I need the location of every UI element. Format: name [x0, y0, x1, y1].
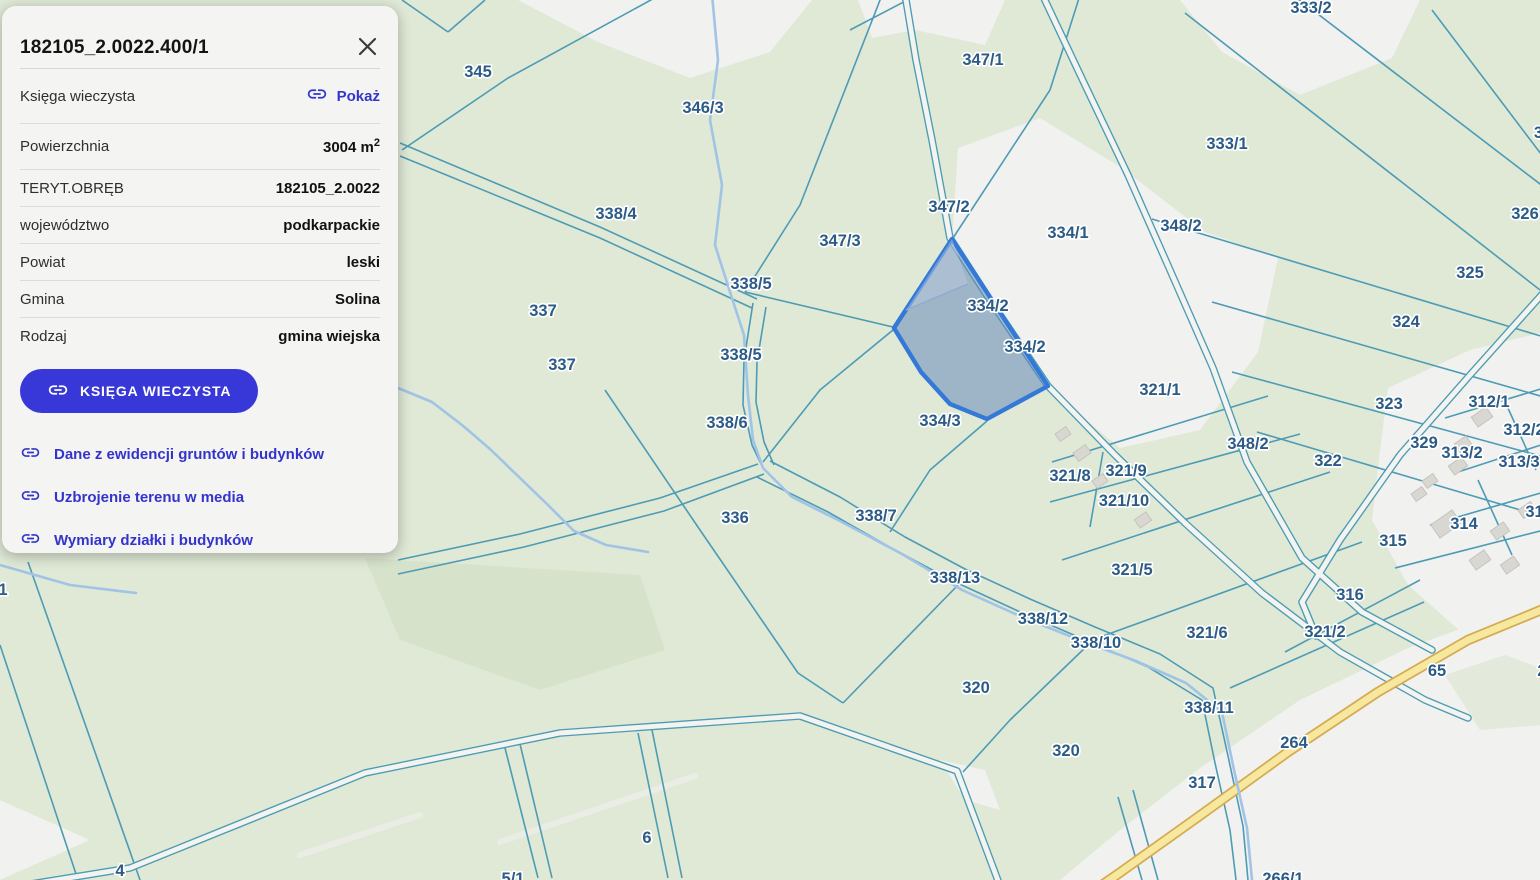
- parcel-label: 321/10: [1099, 492, 1149, 510]
- link-label: Uzbrojenie terenu w media: [54, 489, 244, 506]
- parcel-label: 321/5: [1111, 561, 1152, 579]
- parcel-info-panel: 182105_2.0022.400/1 Księga wieczysta: [2, 6, 398, 553]
- link-icon: [47, 379, 69, 404]
- link-label: Wymiary działki i budynków: [54, 532, 253, 549]
- link-icon: [20, 528, 41, 553]
- ksiega-wieczysta-button[interactable]: KSIĘGA WIECZYSTA: [20, 369, 258, 413]
- parcel-label: 321/1: [1139, 381, 1180, 399]
- row-label: TERYT.OBRĘB: [20, 180, 124, 197]
- parcel-label: 322: [1314, 452, 1342, 470]
- parcel-label: 348/2: [1227, 435, 1268, 453]
- parcel-label: 315: [1379, 532, 1407, 550]
- parcel-label: 266/1: [1262, 870, 1303, 880]
- row-label: Powierzchnia: [20, 138, 109, 155]
- link-wymiary[interactable]: Wymiary działki i budynków: [20, 519, 380, 562]
- parcel-label: 338/7: [855, 507, 896, 525]
- parcel-label: 345: [464, 63, 492, 81]
- parcel-label: 338/12: [1018, 610, 1068, 628]
- row-value: podkarpackie: [283, 217, 380, 234]
- pokaz-link[interactable]: Pokaż: [306, 83, 380, 109]
- app-window: 345 346/3 347/1 333/2 338/4 347/2 334/1 333/1 34…: [0, 0, 1540, 880]
- parcel-label: 329: [1410, 434, 1438, 452]
- row-label: Gmina: [20, 291, 64, 308]
- row-teryt-obreb: TERYT.OBRĘB 182105_2.0022: [20, 170, 380, 207]
- row-value: Solina: [335, 291, 380, 308]
- row-powiat: Powiat leski: [20, 244, 380, 281]
- panel-title: 182105_2.0022.400/1: [20, 37, 209, 59]
- parcel-label: 65: [1428, 662, 1446, 680]
- parcel-label: 323: [1375, 395, 1403, 413]
- link-icon: [306, 83, 328, 109]
- parcel-label: 4: [115, 862, 125, 880]
- row-label: Powiat: [20, 254, 65, 271]
- close-button[interactable]: [354, 35, 380, 61]
- parcel-label: 5/1: [502, 870, 525, 880]
- parcel-label: 333/1: [1206, 135, 1247, 153]
- parcel-label: 326: [1511, 205, 1539, 223]
- parcel-label: 313/2: [1441, 444, 1482, 462]
- parcel-label: 334/2: [967, 297, 1008, 315]
- parcel-label: 320: [962, 679, 990, 697]
- parcel-label: 321/8: [1049, 467, 1090, 485]
- row-value: 182105_2.0022: [276, 180, 380, 197]
- parcel-label: 320: [1052, 742, 1080, 760]
- link-label: Dane z ewidencji gruntów i budynków: [54, 446, 324, 463]
- link-icon: [20, 442, 41, 467]
- link-ewidencja[interactable]: Dane z ewidencji gruntów i budynków: [20, 433, 380, 476]
- parcel-label: 333/2: [1290, 0, 1331, 17]
- close-icon: [357, 36, 378, 60]
- parcel-label: 334/3: [919, 412, 960, 430]
- row-label: województwo: [20, 217, 109, 234]
- panel-links: Dane z ewidencji gruntów i budynków Uzbr…: [20, 433, 380, 562]
- parcel-label: 337: [548, 356, 576, 374]
- parcel-label: 338/5: [730, 275, 771, 293]
- link-uzbrojenie[interactable]: Uzbrojenie terenu w media: [20, 476, 380, 519]
- parcel-label: 1: [0, 581, 8, 599]
- button-label: KSIĘGA WIECZYSTA: [80, 383, 231, 399]
- row-label: Rodzaj: [20, 328, 67, 345]
- parcel-label: 316: [1336, 586, 1364, 604]
- parcel-label: 321/2: [1304, 623, 1345, 641]
- row-rodzaj: Rodzaj gmina wiejska: [20, 318, 380, 354]
- parcel-label: 313/3: [1498, 453, 1539, 471]
- parcel-label: 334/1: [1047, 224, 1088, 242]
- parcel-label: 338/4: [595, 205, 637, 223]
- row-value: gmina wiejska: [278, 328, 380, 345]
- parcel-label: 314: [1450, 515, 1478, 533]
- parcel-label: 334/2: [1004, 338, 1045, 356]
- parcel-label: 347/1: [962, 51, 1003, 69]
- parcel-label: 338/10: [1071, 634, 1121, 652]
- parcel-label: 338/6: [706, 414, 747, 432]
- parcel-label: 32: [1534, 124, 1540, 142]
- parcel-label: 313/4: [1525, 503, 1540, 521]
- row-label: Księga wieczysta: [20, 88, 135, 105]
- row-value: 3004 m2: [323, 137, 380, 156]
- row-ksiega-wieczysta: Księga wieczysta Pokaż: [20, 69, 380, 124]
- parcel-label: 321/9: [1105, 462, 1146, 480]
- parcel-label: 347/3: [819, 232, 860, 250]
- link-icon: [20, 485, 41, 510]
- row-powierzchnia: Powierzchnia 3004 m2: [20, 124, 380, 170]
- parcel-label: 347/2: [928, 198, 969, 216]
- row-gmina: Gmina Solina: [20, 281, 380, 318]
- pokaz-label: Pokaż: [337, 88, 380, 105]
- parcel-label: 336: [721, 509, 749, 527]
- parcel-label: 338/13: [930, 569, 980, 587]
- parcel-label: 346/3: [682, 99, 723, 117]
- row-wojewodztwo: województwo podkarpackie: [20, 207, 380, 244]
- parcel-label: 338/11: [1184, 699, 1234, 717]
- parcel-label: 312/1: [1468, 393, 1509, 411]
- parcel-label: 338/5: [720, 346, 761, 364]
- parcel-label: 337: [529, 302, 557, 320]
- parcel-label: 325: [1456, 264, 1484, 282]
- parcel-label: 321/6: [1186, 624, 1227, 642]
- row-value: leski: [347, 254, 380, 271]
- parcel-label: 264: [1280, 734, 1308, 752]
- parcel-label: 317: [1188, 774, 1216, 792]
- parcel-label: 6: [642, 829, 651, 847]
- parcel-label: 348/2: [1160, 217, 1201, 235]
- parcel-label: 324: [1392, 313, 1420, 331]
- parcel-label: 312/2: [1503, 421, 1540, 439]
